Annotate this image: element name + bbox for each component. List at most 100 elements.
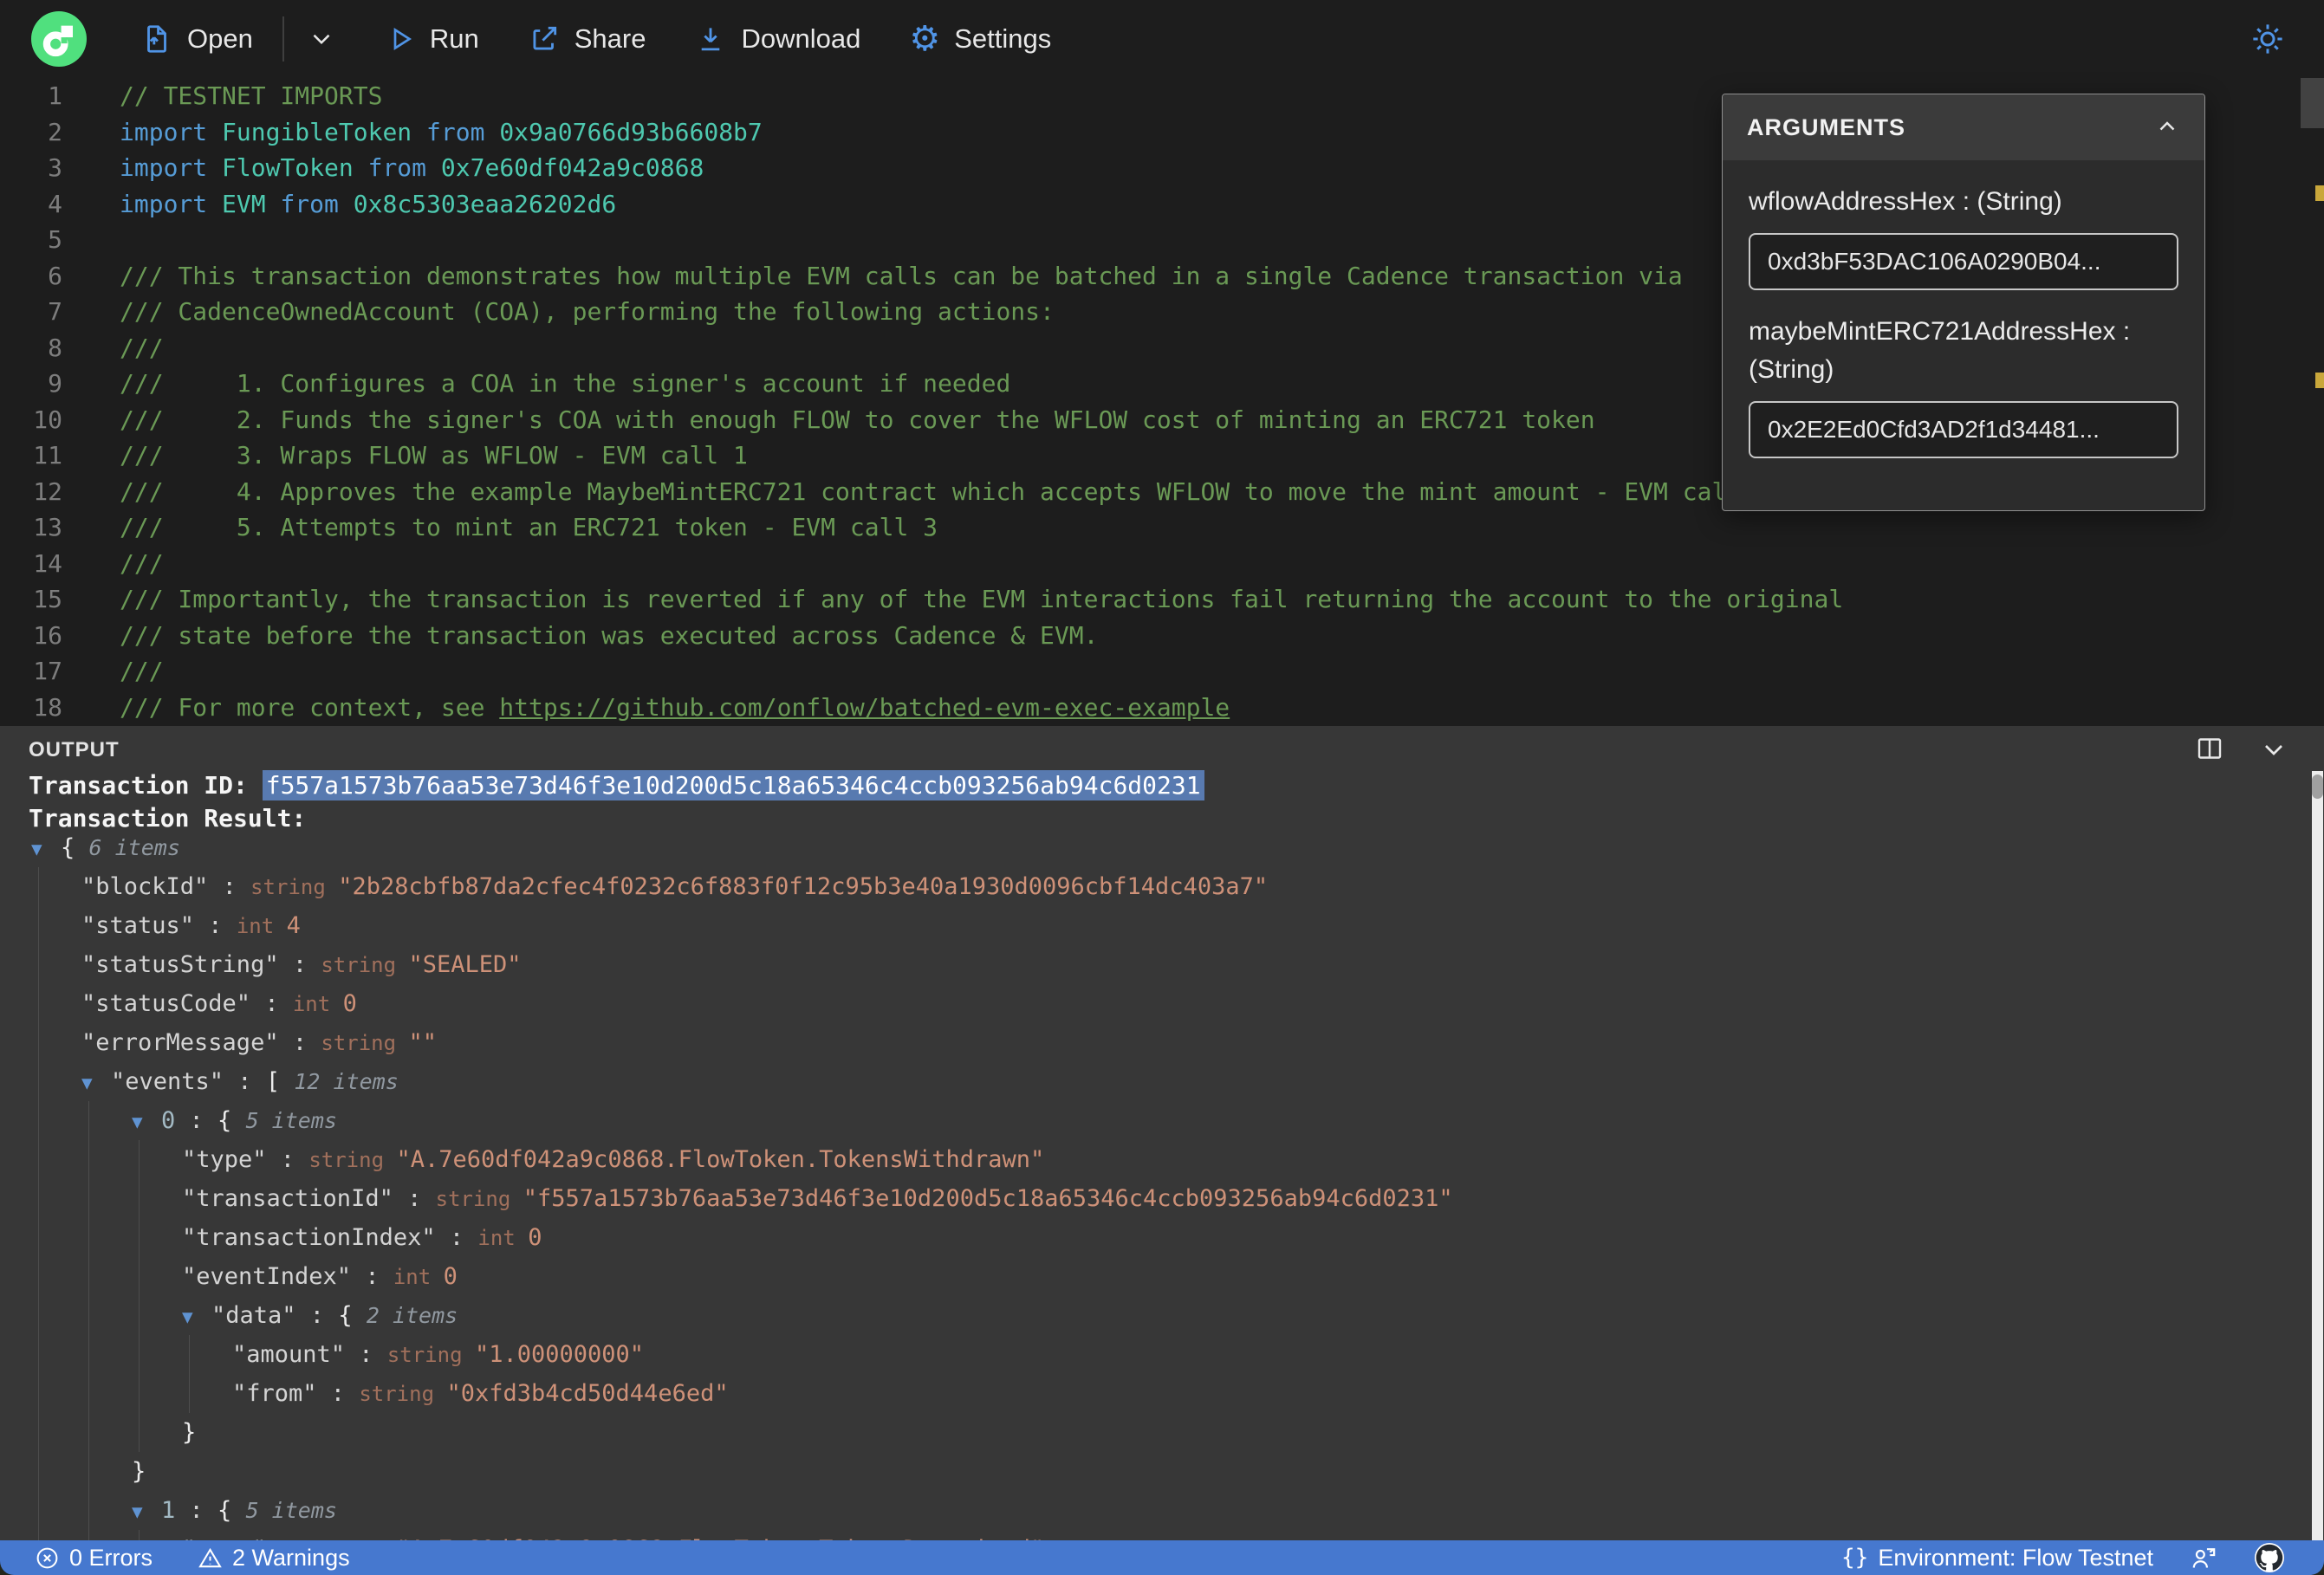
code-line: 13 /// 5. Attempts to mint an ERC721 toke…: [0, 509, 2324, 546]
code-token: FlowToken: [222, 153, 368, 182]
json-tree-row: ▼ 0 : { 5 items: [0, 1101, 2288, 1140]
download-button-label: Download: [741, 23, 861, 54]
open-button-label: Open: [187, 23, 253, 54]
errors-count-label: 0 Errors: [69, 1544, 153, 1571]
transaction-id-row: Transaction ID: f557a1573b76aa53e73d46f3…: [29, 769, 1204, 802]
code-token: /// 3. Wraps FLOW as WFLOW - EVM call 1: [120, 441, 748, 470]
output-scrollbar-thumb[interactable]: [2312, 775, 2323, 799]
tree-expand-arrow[interactable]: ▼: [132, 1493, 161, 1532]
warnings-status[interactable]: 2 Warnings: [198, 1545, 350, 1572]
github-icon[interactable]: [2255, 1543, 2284, 1572]
line-number: 13: [33, 513, 62, 541]
code-token: from: [367, 153, 441, 182]
json-tree-row: ▼ 1 : { 5 items: [0, 1491, 2288, 1530]
error-icon: [36, 1547, 58, 1568]
arguments-panel-header[interactable]: ARGUMENTS: [1723, 94, 2204, 160]
errors-status[interactable]: 0 Errors: [35, 1545, 153, 1572]
code-token: /// 1. Configures a COA in the signer's …: [120, 369, 1011, 398]
json-tree-row: ▼ "events" : [ 12 items: [0, 1062, 2288, 1101]
output-scrollbar-track[interactable]: [2312, 771, 2323, 1540]
code-token: from: [280, 189, 354, 218]
arguments-panel-title: ARGUMENTS: [1747, 113, 1905, 140]
line-number: 12: [33, 476, 62, 506]
argument-label: wflowAddressHex : (String): [1749, 187, 2062, 216]
tree-expand-arrow[interactable]: ▼: [81, 1064, 111, 1103]
json-tree-row: }: [132, 1458, 146, 1485]
chevron-up-icon[interactable]: [2154, 114, 2180, 140]
line-number: 16: [33, 620, 62, 650]
transaction-id-value: f557a1573b76aa53e73d46f3e10d200d5c18a653…: [262, 770, 1204, 800]
json-tree-row: "statusString" : string "SEALED": [81, 951, 522, 978]
split-view-icon[interactable]: [2194, 733, 2225, 764]
line-number: 15: [33, 585, 62, 613]
json-tree-row: "type" : string "A.7e60df042a9c0868.Flow…: [182, 1146, 1045, 1173]
tree-expand-arrow[interactable]: ▼: [31, 830, 61, 869]
warnings-count-label: 2 Warnings: [232, 1544, 350, 1571]
code-token: /// Importantly, the transaction is reve…: [120, 585, 1844, 613]
json-tree-row: "status" : int 4: [81, 912, 301, 939]
line-number: 6: [48, 261, 62, 290]
argument-input[interactable]: 0x2E2Ed0Cfd3AD2f1d34481...: [1749, 401, 2178, 458]
tree-expand-arrow[interactable]: ▼: [132, 1103, 161, 1142]
code-token: import: [120, 153, 223, 182]
open-button[interactable]: Open: [140, 23, 253, 55]
json-tree-row: }: [182, 1419, 197, 1446]
share-icon: [533, 26, 556, 50]
gear-icon: ⚙: [909, 20, 941, 58]
settings-button[interactable]: ⚙ Settings: [909, 22, 1051, 56]
code-token: ///: [120, 548, 164, 578]
code-token: /// CadenceOwnedAccount (COA), performin…: [120, 297, 1055, 326]
run-button[interactable]: Run: [385, 23, 479, 55]
toolbar-divider: [282, 16, 284, 62]
line-number: 2: [48, 117, 62, 146]
download-icon: [702, 28, 720, 51]
download-button[interactable]: Download: [694, 23, 860, 55]
code-token: ///: [120, 333, 164, 362]
open-dropdown-button[interactable]: [307, 24, 336, 54]
line-number: 5: [48, 225, 62, 254]
feedback-icon[interactable]: [2190, 1544, 2218, 1572]
line-number: 18: [33, 692, 62, 722]
share-button[interactable]: Share: [528, 23, 646, 55]
code-token: // TESTNET IMPORTS: [120, 81, 383, 110]
editor-scrollbar-thumb[interactable]: [2301, 78, 2324, 128]
status-bar: 0 Errors 2 Warnings {} Environment: Flow…: [0, 1540, 2324, 1575]
theme-toggle-button[interactable]: [2249, 21, 2286, 57]
arguments-panel: ARGUMENTS wflowAddressHex : (String) 0xd3…: [1722, 94, 2205, 511]
environment-status[interactable]: {} Environment: Flow Testnet: [1841, 1545, 2153, 1572]
code-line: 14 ///: [0, 546, 2324, 582]
code-token: 0x8c5303eaa26202d6: [353, 189, 617, 218]
ruler-warning-mark[interactable]: [2315, 185, 2324, 201]
code-line: 18 /// For more context, see https://gith…: [0, 690, 2324, 726]
ruler-warning-mark[interactable]: [2315, 373, 2324, 388]
line-number: 17: [33, 657, 62, 685]
code-token: /// This transaction demonstrates how mu…: [120, 261, 1683, 290]
warning-icon: [198, 1547, 222, 1567]
collapse-output-chevron-icon[interactable]: [2258, 733, 2289, 764]
json-tree-row: "statusCode" : int 0: [81, 990, 357, 1017]
line-number: 10: [33, 405, 62, 434]
tree-expand-arrow[interactable]: ▼: [182, 1298, 211, 1337]
json-tree-row: "from" : string "0xfd3b4cd50d44e6ed": [232, 1380, 729, 1407]
chevron-down-icon: [313, 34, 330, 45]
argument-input[interactable]: 0xd3bF53DAC106A0290B04...: [1749, 233, 2178, 290]
code-link[interactable]: https://github.com/onflow/batched-evm-ex…: [499, 693, 1230, 722]
code-token: /// 4. Approves the example MaybeMintERC…: [120, 476, 1770, 506]
code-token: EVM: [222, 189, 281, 218]
line-number: 14: [33, 548, 62, 578]
argument-label: maybeMintERC721AddressHex : (String): [1749, 317, 2131, 384]
json-tree-row: "errorMessage" : string "": [81, 1029, 438, 1056]
code-token: FungibleToken: [222, 117, 427, 146]
json-tree-row: ▼{ 6 items: [0, 828, 2288, 867]
json-tree-row: "transactionId" : string "f557a1573b76aa…: [182, 1185, 1453, 1212]
line-number: 8: [48, 333, 62, 362]
code-token: /// 5. Attempts to mint an ERC721 token …: [120, 513, 938, 541]
braces-icon: {}: [1841, 1545, 1869, 1571]
run-button-label: Run: [429, 23, 479, 54]
output-panel-title: OUTPUT: [29, 738, 120, 762]
transaction-id-label: Transaction ID:: [29, 771, 263, 800]
line-number: 1: [48, 81, 62, 110]
line-number: 7: [48, 297, 62, 326]
code-line: 15 /// Importantly, the transaction is re…: [0, 581, 2324, 618]
code-token: /// 2. Funds the signer's COA with enoug…: [120, 405, 1595, 434]
